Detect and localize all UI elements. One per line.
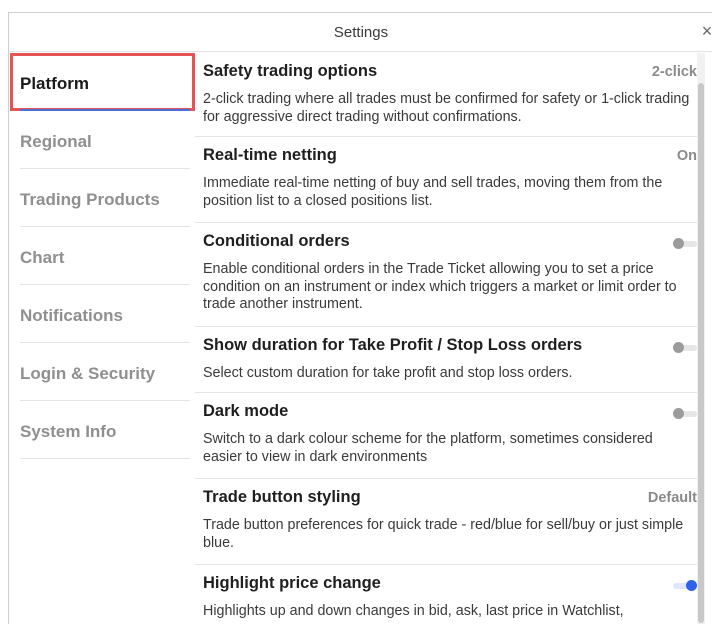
setting-title: Dark mode [203, 402, 289, 420]
sidebar-item-notifications[interactable]: Notifications [10, 285, 190, 343]
sidebar-item-label: Login & Security [20, 364, 156, 383]
toggle-knob [673, 342, 684, 353]
title-bar: Settings × [9, 13, 712, 52]
setting-safety-trading-options: Safety trading options 2-click 2-click t… [195, 53, 701, 137]
setting-highlight-price-change: Highlight price change Highlights up and… [195, 565, 701, 624]
setting-title: Safety trading options [203, 62, 378, 80]
setting-conditional-orders: Conditional orders Enable conditional or… [195, 223, 701, 327]
sidebar-item-label: Notifications [20, 306, 123, 325]
settings-content: Safety trading options 2-click 2-click t… [195, 53, 701, 624]
sidebar-item-trading-products[interactable]: Trading Products [10, 169, 190, 227]
setting-title: Show duration for Take Profit / Stop Los… [203, 336, 583, 354]
settings-window: Settings × Platform Regional Trading Pro… [8, 12, 712, 624]
setting-value-dropdown[interactable]: 2-click [652, 64, 697, 80]
settings-sidebar: Platform Regional Trading Products Chart… [9, 53, 195, 624]
setting-real-time-netting: Real-time netting On Immediate real-time… [195, 137, 701, 223]
setting-description: Highlights up and down changes in bid, a… [203, 603, 624, 619]
setting-title: Conditional orders [203, 232, 350, 250]
setting-show-duration: Show duration for Take Profit / Stop Los… [195, 327, 701, 393]
setting-description: Switch to a dark colour scheme for the p… [203, 431, 653, 465]
scrollbar-thumb[interactable] [698, 83, 704, 623]
toggle-knob [673, 238, 684, 249]
toggle-knob [673, 408, 684, 419]
setting-description: 2-click trading where all trades must be… [203, 91, 690, 125]
sidebar-item-label: Platform [20, 74, 89, 93]
sidebar-item-system-info[interactable]: System Info [10, 401, 190, 459]
setting-trade-button-styling: Trade button styling Default Trade butto… [195, 479, 701, 565]
setting-description: Select custom duration for take profit a… [203, 365, 573, 381]
sidebar-item-login-security[interactable]: Login & Security [10, 343, 190, 401]
setting-title: Trade button styling [203, 488, 361, 506]
highlight-price-change-toggle[interactable] [673, 580, 697, 591]
sidebar-item-platform[interactable]: Platform [10, 53, 195, 111]
setting-dark-mode: Dark mode Switch to a dark colour scheme… [195, 393, 701, 479]
setting-title: Real-time netting [203, 146, 337, 164]
setting-description: Enable conditional orders in the Trade T… [203, 261, 677, 312]
setting-title: Highlight price change [203, 574, 381, 592]
window-title: Settings [333, 24, 389, 41]
sidebar-item-label: Chart [20, 248, 65, 267]
setting-value-dropdown[interactable]: On [677, 148, 697, 164]
conditional-orders-toggle[interactable] [673, 238, 697, 249]
show-duration-toggle[interactable] [673, 342, 697, 353]
sidebar-item-chart[interactable]: Chart [10, 227, 190, 285]
setting-description: Immediate real-time netting of buy and s… [203, 175, 663, 209]
close-icon[interactable]: × [697, 21, 712, 41]
content-scrollbar[interactable] [697, 53, 705, 624]
dark-mode-toggle[interactable] [673, 408, 697, 419]
sidebar-item-label: System Info [20, 422, 117, 441]
toggle-knob [686, 580, 697, 591]
sidebar-item-regional[interactable]: Regional [10, 111, 190, 169]
setting-description: Trade button preferences for quick trade… [203, 517, 684, 551]
sidebar-item-label: Trading Products [20, 190, 160, 209]
setting-value-dropdown[interactable]: Default [648, 490, 697, 506]
divider [20, 458, 190, 459]
sidebar-item-label: Regional [20, 132, 92, 151]
